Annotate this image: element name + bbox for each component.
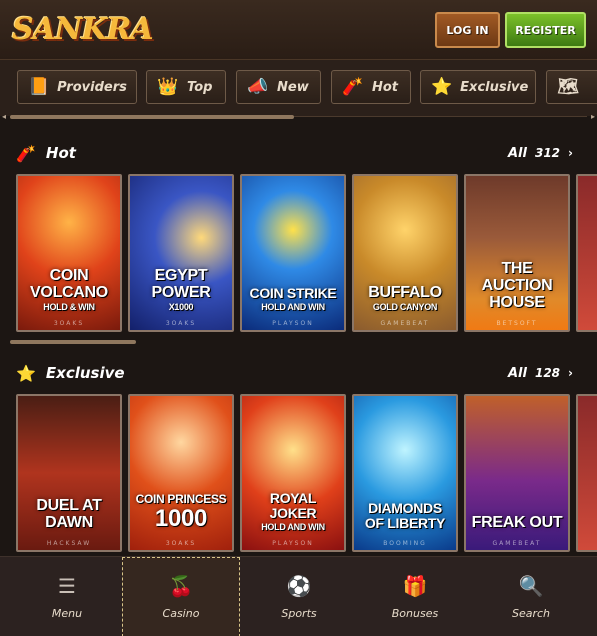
- section-all-link-exclusive[interactable]: All 128 ›: [508, 362, 573, 384]
- game-tile[interactable]: COIN PRINCESS 1000 3OAKS: [128, 394, 234, 552]
- chip-label: Hot: [372, 79, 399, 95]
- nav-label: Menu: [51, 606, 83, 620]
- chip-exclusive[interactable]: ⭐ Exclusive: [420, 70, 536, 104]
- game-title: DUEL AT DAWN: [36, 497, 102, 531]
- category-chips: 📙 Providers 👑 Top 📣 New 🧨 Hot ⭐ Exclusiv…: [0, 60, 597, 116]
- game-tile[interactable]: [576, 174, 597, 332]
- section-all-link-hot[interactable]: All 312 ›: [508, 142, 573, 164]
- sankra-logo[interactable]: SANKRA: [12, 8, 154, 52]
- nav-casino[interactable]: 🍒 Casino: [122, 557, 240, 636]
- chip-label: Top: [187, 79, 213, 95]
- game-tile[interactable]: BUFFALO GOLD CANYON GAMEBEAT: [352, 174, 458, 332]
- megaphone-icon: 📣: [247, 77, 269, 97]
- all-label: All: [508, 365, 527, 381]
- game-title: COIN STRIKE HOLD AND WIN: [249, 285, 337, 313]
- book-icon: 📙: [28, 77, 50, 97]
- chip-hot[interactable]: 🧨 Hot: [331, 70, 411, 104]
- dynamite-icon: 🧨: [16, 143, 36, 163]
- nav-label: Bonuses: [391, 606, 439, 620]
- nav-label: Sports: [281, 606, 317, 620]
- dynamite-icon: 🧨: [342, 77, 364, 97]
- hamburger-icon: ☰: [58, 573, 76, 598]
- game-title: THE AUCTION HOUSE: [481, 260, 553, 311]
- chevron-right-icon: ›: [568, 366, 573, 380]
- section-title-text: Hot: [45, 144, 76, 162]
- game-tile[interactable]: ROYAL JOKER HOLD AND WIN PLAYSON: [240, 394, 346, 552]
- section-title-text: Exclusive: [45, 364, 125, 382]
- all-label: All: [508, 145, 527, 161]
- chip-label: Providers: [57, 79, 127, 95]
- star-icon: ⭐: [431, 77, 453, 97]
- gift-icon: 🎁: [402, 573, 428, 598]
- game-count: 312: [534, 146, 561, 160]
- game-title: ROYAL JOKER HOLD AND WIN: [261, 490, 325, 533]
- login-button[interactable]: LOG IN: [435, 12, 500, 48]
- game-provider: PLAYSON: [272, 320, 314, 327]
- scroll-left-arrow-icon[interactable]: ◂: [2, 112, 6, 121]
- soccer-ball-icon: ⚽: [286, 573, 312, 598]
- nav-label: Search: [511, 606, 551, 620]
- chip-new[interactable]: 📣 New: [236, 70, 321, 104]
- game-title: COIN VOLCANO HOLD & WIN: [30, 267, 108, 312]
- chevron-right-icon: ›: [568, 146, 573, 160]
- game-art: [578, 176, 597, 330]
- game-tile[interactable]: COIN STRIKE HOLD AND WIN PLAYSON: [240, 174, 346, 332]
- game-tile[interactable]: THE AUCTION HOUSE BETSOFT: [464, 174, 570, 332]
- map-icon: 🗺: [557, 77, 579, 97]
- scroll-right-arrow-icon[interactable]: ▸: [591, 112, 595, 121]
- game-title: EGYPT POWER X1000: [151, 267, 211, 312]
- section-title-exclusive: ⭐ Exclusive: [16, 362, 125, 384]
- game-provider: 3OAKS: [165, 540, 197, 547]
- bottom-nav: ☰ Menu 🍒 Casino ⚽ Sports 🎁 Bonuses 🔍 Sea…: [0, 556, 597, 636]
- game-provider: PLAYSON: [272, 540, 314, 547]
- search-icon: 🔍: [518, 573, 544, 598]
- game-tile[interactable]: DUEL AT DAWN HACKSAW: [16, 394, 122, 552]
- game-provider: GAMEBEAT: [492, 540, 542, 547]
- game-count: 128: [534, 366, 561, 380]
- star-icon: ⭐: [16, 363, 36, 383]
- game-title: BUFFALO GOLD CANYON: [368, 284, 442, 312]
- scroll-thumb[interactable]: [10, 115, 294, 119]
- game-tile[interactable]: EGYPT POWER X1000 3OAKS: [128, 174, 234, 332]
- nav-label: Casino: [162, 606, 200, 620]
- game-row-exclusive: DUEL AT DAWN HACKSAW COIN PRINCESS 1000 …: [0, 394, 597, 554]
- nav-bonuses[interactable]: 🎁 Bonuses: [356, 557, 474, 636]
- top-header: SANKRA LOG IN REGISTER: [0, 0, 597, 60]
- game-provider: 3OAKS: [165, 320, 197, 327]
- game-provider: BOOMING: [383, 540, 427, 547]
- chip-top[interactable]: 👑 Top: [146, 70, 226, 104]
- game-title: DIAMONDS OF LIBERTY: [364, 500, 446, 531]
- game-art: [578, 396, 597, 550]
- nav-sports[interactable]: ⚽ Sports: [240, 557, 358, 636]
- game-tile[interactable]: FREAK OUT GAMEBEAT: [464, 394, 570, 552]
- chip-label: New: [277, 79, 309, 95]
- register-button[interactable]: REGISTER: [505, 12, 586, 48]
- game-tile[interactable]: [576, 394, 597, 552]
- chips-scrollbar[interactable]: ◂ ▸: [0, 112, 597, 122]
- game-tile[interactable]: COIN VOLCANO HOLD & WIN 3OAKS: [16, 174, 122, 332]
- chip-providers[interactable]: 📙 Providers: [17, 70, 137, 104]
- cherries-icon: 🍒: [168, 573, 194, 598]
- game-title: COIN PRINCESS 1000: [135, 492, 227, 532]
- nav-menu[interactable]: ☰ Menu: [8, 557, 126, 636]
- game-provider: 3OAKS: [53, 320, 85, 327]
- game-tile[interactable]: DIAMONDS OF LIBERTY BOOMING: [352, 394, 458, 552]
- chip-label: Exclusive: [460, 79, 529, 95]
- game-row-hot: COIN VOLCANO HOLD & WIN 3OAKS EGYPT POWE…: [0, 174, 597, 334]
- game-provider: BETSOFT: [496, 320, 538, 327]
- game-title: FREAK OUT: [471, 514, 563, 531]
- section-title-hot: 🧨 Hot: [16, 142, 76, 164]
- crown-icon: 👑: [157, 77, 179, 97]
- row-scrollbar-hot[interactable]: [10, 340, 136, 344]
- nav-search[interactable]: 🔍 Search: [472, 557, 590, 636]
- game-provider: GAMEBEAT: [380, 320, 430, 327]
- chip-more[interactable]: 🗺: [546, 70, 597, 104]
- game-provider: HACKSAW: [46, 540, 92, 547]
